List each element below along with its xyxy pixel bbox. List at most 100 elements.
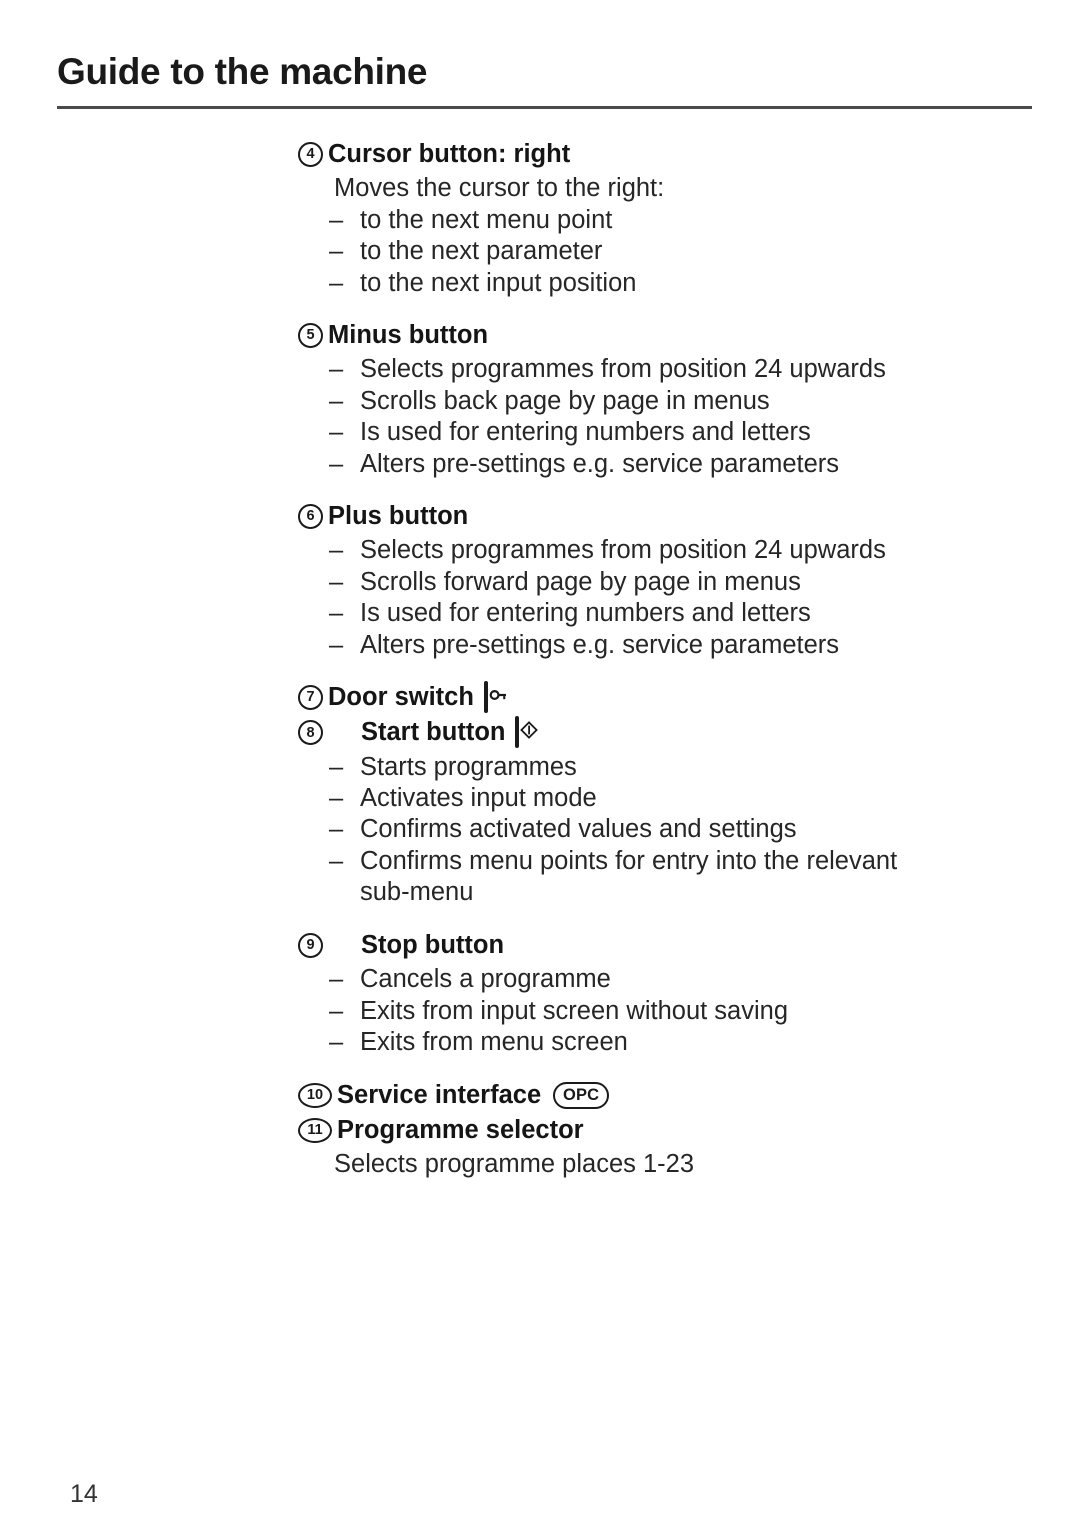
bullet-dash: – — [329, 418, 344, 447]
entry-body: – Selects programmes from position 24 upw… — [298, 354, 998, 480]
entry-heading: 7 Door switch — [298, 681, 998, 714]
list-item-text: Exits from input screen without saving — [360, 996, 789, 1025]
entry-heading: 4 Cursor button: right — [298, 138, 998, 176]
bullet-dash: – — [329, 237, 344, 266]
list-item-text: Exits from menu screen — [360, 1028, 628, 1057]
item-number-badge: 10 — [298, 1082, 332, 1108]
list-item: – Alters pre-settings e.g. service parame… — [329, 449, 998, 480]
list-item: – to the next parameter — [329, 236, 998, 267]
bullet-dash: – — [329, 630, 344, 659]
entry-minus-button: 5 Minus button – Selects programmes from… — [298, 319, 998, 480]
list-item: – Confirms menu points for entry into the… — [329, 846, 998, 909]
list-item-text: Confirms activated values and settings — [360, 815, 797, 844]
list-item-text: to the next menu point — [360, 205, 613, 234]
list-item-text: to the next input position — [360, 268, 637, 297]
entry-heading-label: Stop button — [361, 930, 505, 959]
list-item-text: Starts programmes — [360, 752, 577, 781]
entry-programme-selector: 11 Programme selector Selects programme … — [298, 1114, 998, 1181]
list-item-text: to the next parameter — [360, 237, 603, 266]
list-item-text: Is used for entering numbers and letters — [360, 418, 811, 447]
list-item: – Scrolls forward page by page in menus — [329, 567, 998, 598]
entry-service-interface: 10 Service interface OPC — [298, 1079, 998, 1112]
opc-icon: OPC — [553, 1081, 610, 1109]
entry-heading: 5 Minus button — [298, 319, 998, 352]
entry-door-switch: 7 Door switch — [298, 681, 998, 714]
item-number-badge: 6 — [298, 504, 323, 530]
list-item: – Exits from input screen without saving — [329, 996, 998, 1027]
entry-bullet-list: – Starts programmes – Activates input mode… — [298, 752, 998, 909]
entry-heading-label: Cursor button: right — [328, 140, 571, 168]
bullet-dash: – — [329, 815, 344, 844]
item-number-badge: 4 — [298, 142, 323, 167]
list-item-text: Cancels a programme — [360, 965, 611, 994]
list-item: – Cancels a programme — [329, 964, 998, 995]
bullet-dash: – — [329, 752, 344, 781]
entry-body: – Selects programmes from position 24 upw… — [298, 535, 998, 661]
header-divider — [57, 105, 1032, 109]
list-item-continuation: sub-menu — [360, 878, 474, 907]
list-item-text: Alters pre-settings e.g. service paramet… — [360, 630, 840, 659]
entry-heading: 8 Start button — [298, 716, 998, 749]
bullet-dash: – — [329, 567, 344, 596]
entry-plus-button: 6 Plus button – Selects programmes from … — [298, 500, 998, 661]
page-header: Guide to the machine — [57, 52, 1032, 109]
list-item: – Selects programmes from position 24 upw… — [329, 354, 998, 385]
list-item-text: Is used for entering numbers and letters — [360, 599, 811, 628]
entry-heading-label: Service interface — [337, 1080, 542, 1109]
list-item: – to the next input position — [329, 268, 998, 299]
list-item-text: Scrolls back page by page in menus — [360, 386, 770, 415]
list-item: – Alters pre-settings e.g. service parame… — [329, 630, 998, 661]
item-number-badge: 8 — [298, 720, 323, 746]
list-item-text: Alters pre-settings e.g. service paramet… — [360, 449, 840, 478]
list-item-text: Scrolls forward page by page in menus — [360, 567, 801, 596]
bullet-dash: – — [329, 386, 344, 415]
item-number-badge: 5 — [298, 323, 323, 349]
list-item: – Is used for entering numbers and letter… — [329, 598, 998, 629]
item-number-badge: 7 — [298, 685, 323, 711]
entry-heading: 9 Stop button — [298, 929, 998, 970]
entry-heading-label: Start button — [361, 718, 506, 747]
list-item-text: Selects programmes from position 24 upwa… — [360, 536, 886, 565]
bullet-dash: – — [329, 205, 344, 234]
list-item: – Activates input mode — [329, 783, 998, 814]
bullet-dash: – — [329, 996, 344, 1025]
list-item: – Confirms activated values and settings — [329, 814, 998, 845]
bullet-dash: – — [329, 784, 344, 812]
item-number-badge: 9 — [298, 932, 323, 958]
content-column: 4 Cursor button: right Moves the cursor … — [298, 138, 998, 1188]
entry-bullet-list: – Selects programmes from position 24 upw… — [298, 354, 998, 480]
entry-body: Selects programme places 1-23 — [298, 1149, 998, 1180]
entry-bullet-list: – Cancels a programme – Exits from input s… — [298, 964, 998, 1058]
entry-heading: 6 Plus button — [298, 500, 998, 538]
bullet-dash: – — [329, 449, 344, 478]
bullet-dash: – — [329, 846, 344, 875]
entry-body: Moves the cursor to the right: – to the n… — [298, 173, 998, 299]
entry-heading: 10 Service interface OPC — [298, 1079, 998, 1112]
entry-heading-label: Door switch — [328, 683, 474, 712]
list-item-text: Confirms menu points for entry into the … — [360, 846, 898, 875]
entry-bullet-list: – Selects programmes from position 24 upw… — [298, 535, 998, 661]
entry-heading-label: Plus button — [328, 502, 469, 531]
item-number-badge: 11 — [298, 1117, 332, 1143]
bullet-dash: – — [329, 355, 344, 384]
list-item: – Exits from menu screen — [329, 1027, 998, 1058]
list-item: – Is used for entering numbers and letter… — [329, 417, 998, 448]
entry-heading-label: Programme selector — [337, 1115, 584, 1144]
list-item: – to the next menu point — [329, 205, 998, 236]
page-number: 14 — [70, 1480, 98, 1508]
entry-stop-button: 9 Stop button – Cancels a programme – Ex… — [298, 929, 998, 1059]
entry-intro-line: Moves the cursor to the right: — [334, 174, 665, 203]
document-page: Guide to the machine 4 Cursor button: ri… — [0, 0, 1080, 1529]
bullet-dash: – — [329, 536, 344, 565]
entry-body: – Cancels a programme – Exits from input s… — [298, 964, 998, 1058]
entry-cursor-button-right: 4 Cursor button: right Moves the cursor … — [298, 138, 998, 299]
key-icon — [483, 681, 506, 714]
entry-heading-label: Minus button — [328, 321, 489, 350]
bullet-dash: – — [329, 1028, 344, 1057]
entry-bullet-list: – to the next menu point – to the next par… — [298, 205, 998, 299]
list-item: – Selects programmes from position 24 upw… — [329, 535, 998, 566]
entry-heading: 11 Programme selector — [298, 1114, 998, 1147]
start-icon — [515, 716, 539, 749]
list-item: – Scrolls back page by page in menus — [329, 386, 998, 417]
bullet-dash: – — [329, 965, 344, 994]
